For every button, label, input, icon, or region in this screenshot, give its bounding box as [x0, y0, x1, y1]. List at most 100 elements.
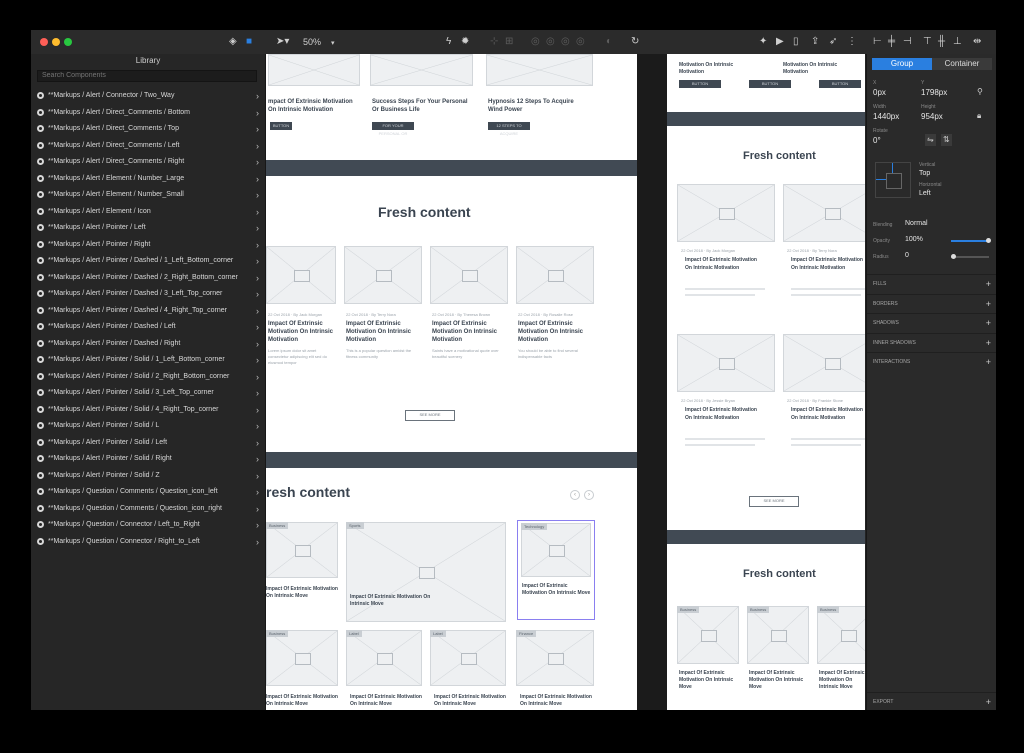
radius-field[interactable]: 0	[905, 252, 909, 259]
library-item[interactable]: **Markups / Alert / Pointer / Dashed / 4…	[31, 303, 265, 320]
boolean-intersect-icon[interactable]: ◎	[561, 36, 570, 48]
library-item[interactable]: **Markups / Alert / Pointer / Solid / L ›	[31, 418, 265, 435]
library-item[interactable]: **Markups / Alert / Pointer / Left ›	[31, 220, 265, 237]
export-section[interactable]: EXPORT +	[867, 692, 996, 710]
inspector-section[interactable]: INNER SHADOWS +	[867, 332, 996, 352]
plus-icon[interactable]: +	[986, 334, 991, 352]
library-item[interactable]: **Markups / Alert / Pointer / Dashed / 1…	[31, 253, 265, 270]
library-item[interactable]: **Markups / Alert / Pointer / Dashed / 3…	[31, 286, 265, 303]
library-item[interactable]: **Markups / Alert / Connector / Two_Way ›	[31, 88, 265, 105]
gear-icon[interactable]: ✹	[461, 36, 469, 48]
opacity-slider[interactable]	[951, 238, 991, 243]
blending-select[interactable]: Normal	[905, 220, 928, 227]
align-center-icon[interactable]: ╪	[888, 36, 895, 48]
library-item[interactable]: **Markups / Alert / Direct_Comments / To…	[31, 121, 265, 138]
flip-vertical-icon[interactable]: ⇅	[941, 134, 952, 146]
width-field[interactable]: 1440px	[873, 112, 899, 121]
artboard-desktop[interactable]: mpact Of Extrinsic Motivation On Intrins…	[266, 54, 637, 710]
library-item[interactable]: **Markups / Alert / Pointer / Solid / Ri…	[31, 451, 265, 468]
align-left-icon[interactable]: ⊢	[873, 36, 882, 48]
opacity-field[interactable]: 100%	[905, 236, 923, 243]
plus-icon[interactable]: +	[986, 693, 991, 710]
library-item[interactable]: **Markups / Question / Comments / Questi…	[31, 501, 265, 518]
boolean-subtract-icon[interactable]: ◎	[546, 36, 555, 48]
library-item[interactable]: **Markups / Question / Connector / Right…	[31, 534, 265, 551]
align-icon[interactable]: ⊞	[505, 36, 513, 48]
canvas[interactable]: mpact Of Extrinsic Motivation On Intrins…	[266, 54, 865, 710]
more-icon[interactable]: ⋮	[847, 36, 857, 48]
library-item[interactable]: **Markups / Alert / Element / Icon ›	[31, 204, 265, 221]
library-item[interactable]: **Markups / Alert / Pointer / Dashed / R…	[31, 336, 265, 353]
close-window-button[interactable]	[40, 38, 48, 46]
constraints-widget[interactable]	[875, 162, 911, 198]
library-item[interactable]: **Markups / Alert / Pointer / Solid / Le…	[31, 435, 265, 452]
align-right-icon[interactable]: ⊣	[903, 36, 912, 48]
library-item[interactable]: **Markups / Alert / Pointer / Solid / 4_…	[31, 402, 265, 419]
card-button[interactable]: BUTTON	[749, 80, 791, 88]
library-item[interactable]: **Markups / Alert / Pointer / Dashed / 2…	[31, 270, 265, 287]
refresh-icon[interactable]: ↻	[631, 36, 639, 48]
play-icon[interactable]: ▶	[776, 36, 784, 48]
undo-icon[interactable]: ◐	[606, 36, 612, 48]
distribute-icon[interactable]: ⊹	[490, 36, 498, 48]
next-arrow-icon[interactable]: ›	[584, 490, 594, 500]
minimize-window-button[interactable]	[52, 38, 60, 46]
plus-icon[interactable]: +	[986, 314, 991, 332]
see-more-button[interactable]: SEE MORE	[405, 410, 455, 421]
pointer-icon[interactable]: ➤▾	[276, 36, 289, 48]
card-button[interactable]: FOR YOUR PERSONAL OR	[372, 122, 414, 136]
rotate-field[interactable]: 0°	[873, 136, 881, 145]
share-icon[interactable]: ⇪	[811, 36, 819, 48]
pin-icon[interactable]: ⚲	[977, 86, 983, 98]
artboard-tablet[interactable]: Motivation On Intrinsic Motivation Motiv…	[667, 54, 865, 710]
see-more-button[interactable]: SEE MORE	[749, 496, 799, 507]
library-icon[interactable]: ■	[246, 36, 252, 48]
plus-icon[interactable]: +	[986, 353, 991, 371]
library-item[interactable]: **Markups / Alert / Direct_Comments / Le…	[31, 138, 265, 155]
library-item[interactable]: **Markups / Alert / Pointer / Dashed / L…	[31, 319, 265, 336]
height-field[interactable]: 954px	[921, 112, 943, 121]
boolean-union-icon[interactable]: ◎	[531, 36, 540, 48]
align-middle-icon[interactable]: ╫	[938, 36, 945, 48]
inspector-section[interactable]: BORDERS +	[867, 293, 996, 313]
radius-slider[interactable]	[951, 254, 989, 259]
library-item[interactable]: **Markups / Question / Comments / Questi…	[31, 484, 265, 501]
rocket-icon[interactable]: ➶	[829, 36, 837, 48]
vertical-select[interactable]: Top	[919, 170, 930, 177]
inspector-section[interactable]: SHADOWS +	[867, 313, 996, 332]
layers-icon[interactable]: ◈	[229, 36, 237, 48]
selected-card[interactable]: Technology Impact Of Extrinsic Motivatio…	[517, 520, 595, 620]
library-item[interactable]: **Markups / Alert / Pointer / Solid / 1_…	[31, 352, 265, 369]
library-item[interactable]: **Markups / Question / Connector / Left_…	[31, 517, 265, 534]
chevron-down-icon[interactable]: ▾	[331, 38, 335, 50]
zoom-level[interactable]: 50%	[303, 37, 321, 47]
distribute-horizontal-icon[interactable]: ⇹	[973, 36, 981, 48]
prev-arrow-icon[interactable]: ‹	[570, 490, 580, 500]
card-button[interactable]: BUTTON	[270, 122, 292, 130]
card-button[interactable]: 12 STEPS TO ACQUIRE	[488, 122, 530, 136]
library-item[interactable]: **Markups / Alert / Element / Number_Lar…	[31, 171, 265, 188]
inspector-section[interactable]: FILLS +	[867, 274, 996, 293]
library-search-input[interactable]	[37, 70, 257, 82]
flip-horizontal-icon[interactable]: ⇋	[925, 134, 936, 146]
plus-icon[interactable]: +	[986, 275, 991, 293]
lock-icon[interactable]: 🔒︎	[977, 110, 981, 122]
library-item[interactable]: **Markups / Alert / Pointer / Solid / 2_…	[31, 369, 265, 386]
horizontal-select[interactable]: Left	[919, 190, 931, 197]
library-item[interactable]: **Markups / Alert / Pointer / Right ›	[31, 237, 265, 254]
phone-preview-icon[interactable]: ▯	[793, 36, 799, 48]
tab-container[interactable]: Container	[932, 58, 992, 70]
y-field[interactable]: 1798px	[921, 88, 947, 97]
lightning-icon[interactable]: ϟ	[446, 36, 451, 48]
x-field[interactable]: 0px	[873, 88, 886, 97]
plus-icon[interactable]: +	[986, 295, 991, 313]
boolean-difference-icon[interactable]: ◎	[576, 36, 585, 48]
library-item[interactable]: **Markups / Alert / Pointer / Solid / Z ›	[31, 468, 265, 485]
inspector-section[interactable]: INTERACTIONS +	[867, 352, 996, 371]
library-item[interactable]: **Markups / Alert / Pointer / Solid / 3_…	[31, 385, 265, 402]
maximize-window-button[interactable]	[64, 38, 72, 46]
tab-group[interactable]: Group	[872, 58, 932, 70]
card-button[interactable]: BUTTON	[819, 80, 861, 88]
component-icon[interactable]: ✦	[759, 36, 767, 48]
card-button[interactable]: BUTTON	[679, 80, 721, 88]
